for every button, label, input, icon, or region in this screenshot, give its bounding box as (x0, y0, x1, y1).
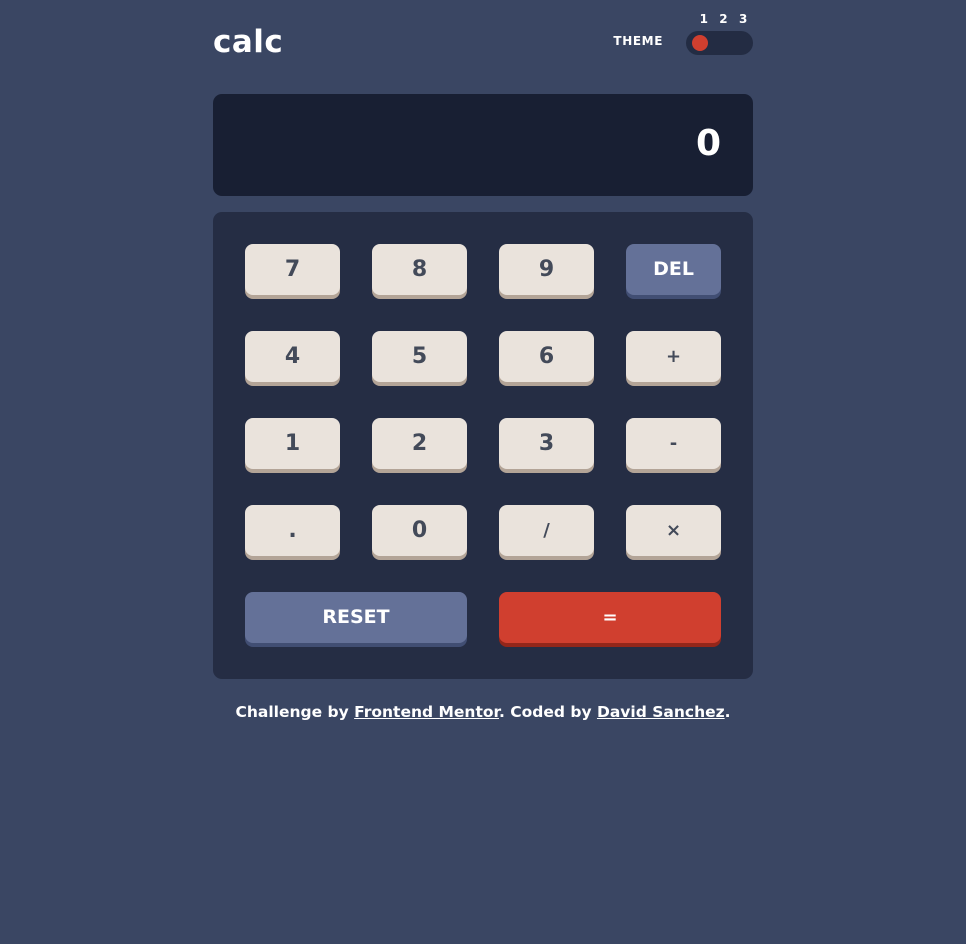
delete-button[interactable]: DEL (626, 244, 721, 295)
divide-button[interactable]: / (499, 505, 594, 556)
footer-middle: . Coded by (498, 703, 597, 721)
plus-button[interactable]: + (626, 331, 721, 382)
display-value: 0 (695, 123, 721, 164)
header: calc THEME 1 2 3 (213, 0, 753, 94)
theme-numbers: 1 2 3 (694, 12, 753, 26)
key-0[interactable]: 0 (372, 505, 467, 556)
frontend-mentor-link[interactable]: Frontend Mentor (354, 703, 499, 721)
footer-suffix: . (724, 703, 731, 721)
key-2[interactable]: 2 (372, 418, 467, 469)
key-5[interactable]: 5 (372, 331, 467, 382)
key-4[interactable]: 4 (245, 331, 340, 382)
theme-toggle-knob[interactable] (692, 35, 708, 51)
app-logo: calc (213, 24, 284, 60)
theme-toggle[interactable] (686, 31, 753, 55)
theme-number-2[interactable]: 2 (719, 12, 727, 26)
key-9[interactable]: 9 (499, 244, 594, 295)
key-1[interactable]: 1 (245, 418, 340, 469)
keypad: 7 8 9 DEL 4 5 6 + 1 2 3 - . 0 / × RESET … (213, 212, 753, 679)
key-6[interactable]: 6 (499, 331, 594, 382)
calculator-display: 0 (213, 94, 753, 196)
author-link[interactable]: David Sanchez (597, 703, 725, 721)
minus-button[interactable]: - (626, 418, 721, 469)
key-3[interactable]: 3 (499, 418, 594, 469)
multiply-button[interactable]: × (626, 505, 721, 556)
theme-label: THEME (613, 34, 663, 48)
attribution-footer: Challenge by Frontend Mentor. Coded by D… (213, 700, 753, 724)
theme-number-1[interactable]: 1 (700, 12, 708, 26)
decimal-button[interactable]: . (245, 505, 340, 556)
equals-button[interactable]: = (499, 592, 721, 643)
key-8[interactable]: 8 (372, 244, 467, 295)
footer-prefix: Challenge by (235, 703, 355, 721)
reset-button[interactable]: RESET (245, 592, 467, 643)
theme-number-3[interactable]: 3 (739, 12, 747, 26)
key-7[interactable]: 7 (245, 244, 340, 295)
calculator-app: calc THEME 1 2 3 0 7 8 9 DEL 4 5 6 + 1 2… (213, 0, 753, 721)
